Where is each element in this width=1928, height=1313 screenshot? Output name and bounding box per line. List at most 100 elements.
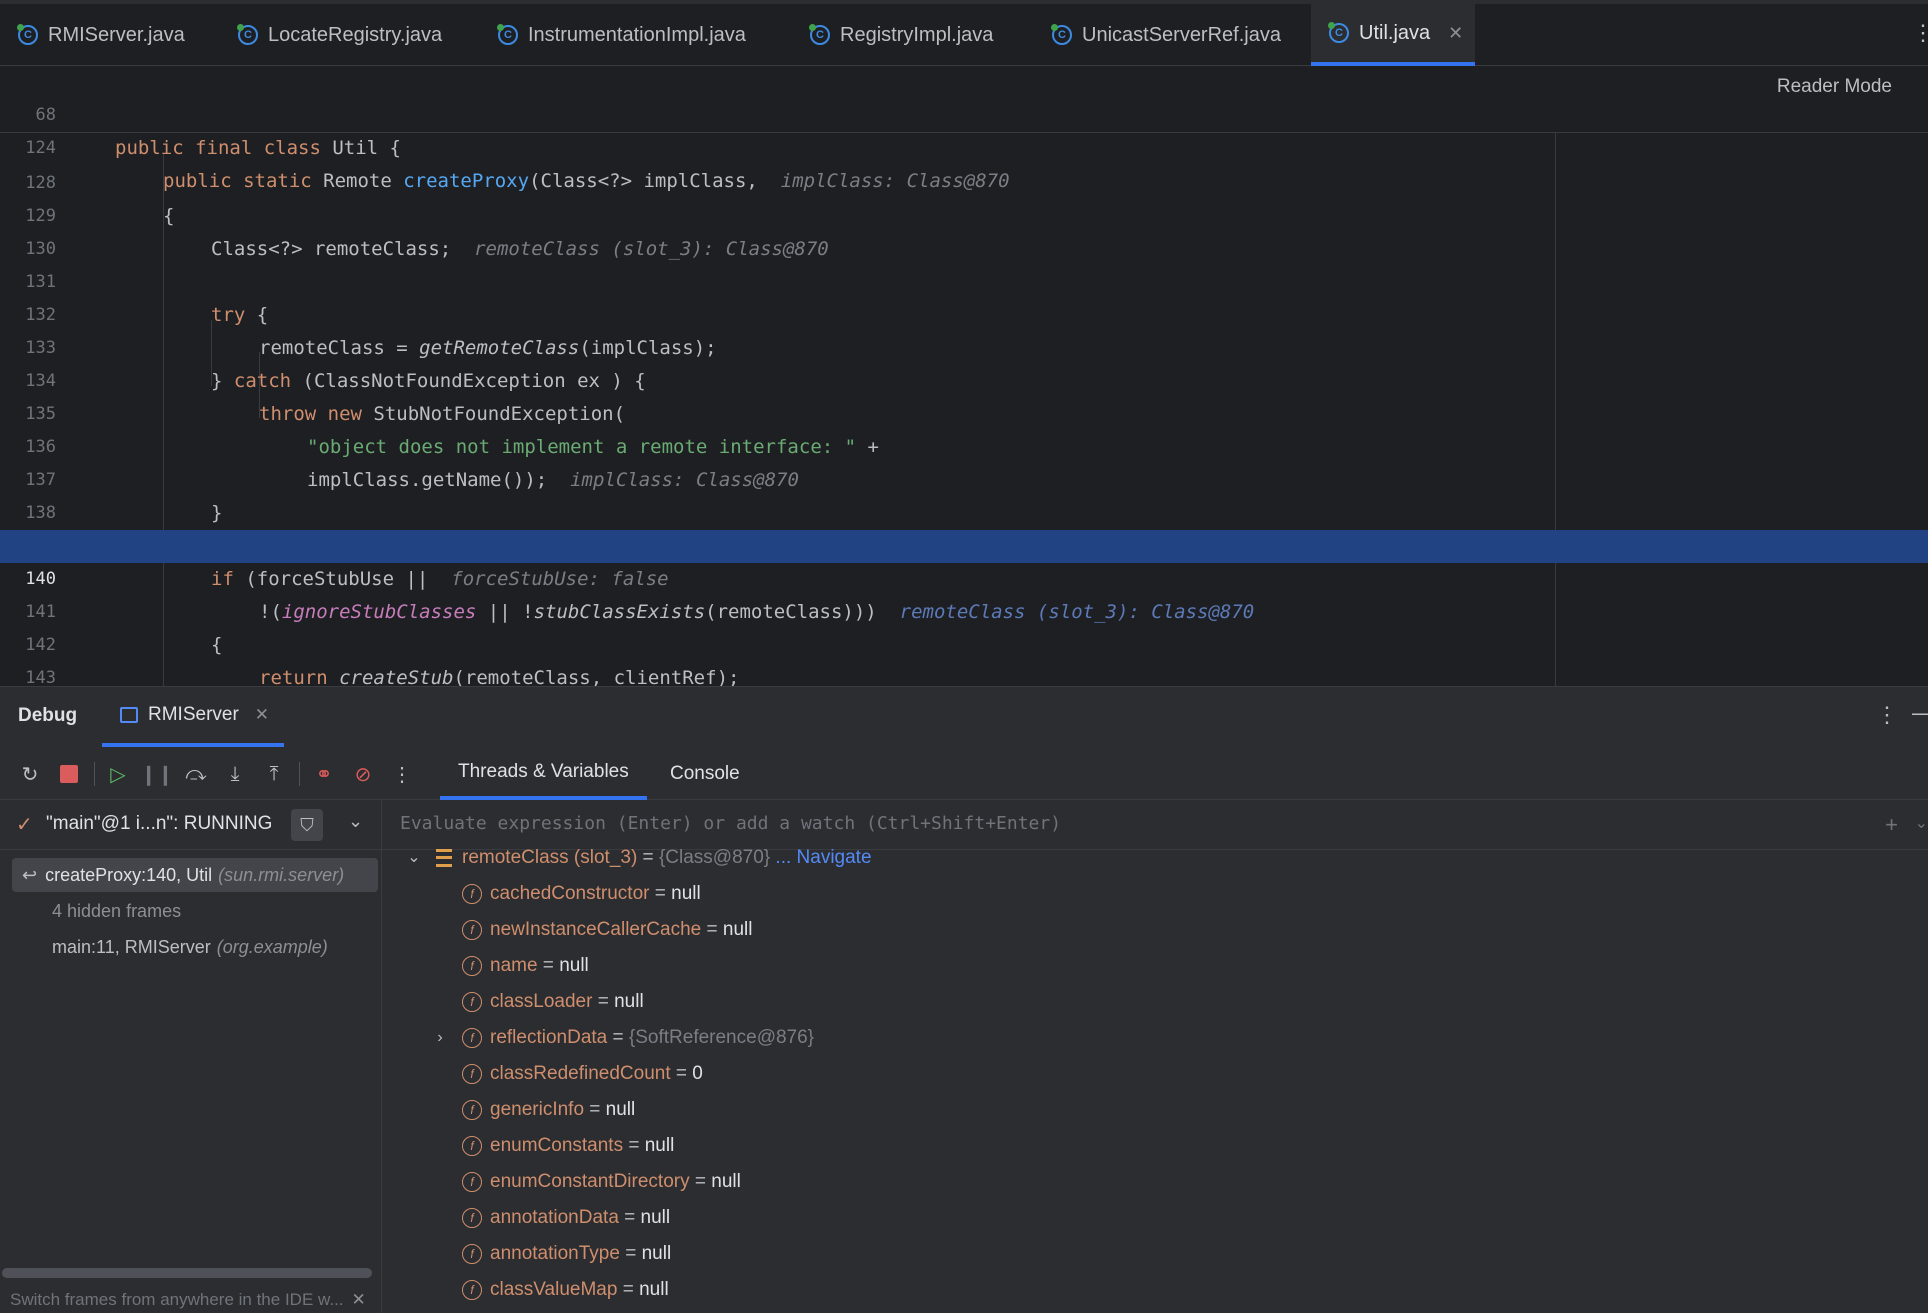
- reader-mode-button[interactable]: Reader Mode: [1777, 76, 1892, 98]
- field-icon: f: [462, 1135, 482, 1156]
- tab-util-java[interactable]: C Util.java ✕: [1311, 4, 1475, 66]
- field-row[interactable]: › f reflectionData = {SoftReference@876}: [382, 1020, 1928, 1056]
- debug-toolbar: ↻ ▷ ❙❙ ⤼ ⤓ ⤒ ⚭ ⊘ ⋮ Threads & Variables C…: [0, 748, 1928, 800]
- frame-package: (sun.rmi.server): [218, 864, 345, 885]
- equals: =: [592, 991, 615, 1012]
- field-icon: f: [462, 1027, 482, 1048]
- more-actions-icon[interactable]: ⋮: [390, 762, 414, 786]
- field-icon: f: [462, 1099, 482, 1120]
- add-watch-icon[interactable]: +: [1885, 812, 1898, 838]
- field-name: genericInfo: [490, 1099, 585, 1120]
- field-row[interactable]: f genericInfo = null: [382, 1092, 1928, 1128]
- java-class-icon: C: [1051, 24, 1072, 45]
- frame-package: (org.example): [216, 936, 328, 957]
- close-tab-icon[interactable]: ✕: [1448, 23, 1463, 44]
- stop-icon[interactable]: [57, 762, 81, 786]
- code-line: 134 throw new StubNotFoundException(: [0, 332, 1928, 425]
- code-token: createProxy: [403, 170, 530, 192]
- chevron-right-icon[interactable]: ›: [430, 1020, 450, 1056]
- code-line: 143 }: [0, 629, 1928, 686]
- mute-breakpoints-icon[interactable]: ⊘: [351, 762, 375, 786]
- field-row[interactable]: f cachedConstructor = null: [382, 876, 1928, 912]
- minimize-icon[interactable]: —: [1912, 700, 1928, 726]
- toolbar-separator: [94, 762, 95, 786]
- field-row[interactable]: f newInstanceCallerCache = null: [382, 912, 1928, 948]
- frame-method: main:11, RMIServer: [52, 936, 211, 957]
- filter-icon[interactable]: ⛉: [291, 809, 323, 841]
- return-arrow-icon: ↩: [22, 864, 38, 885]
- equals: =: [670, 1063, 693, 1084]
- field-row[interactable]: f classLoader = null: [382, 984, 1928, 1020]
- more-options-icon[interactable]: ⋮: [1876, 702, 1898, 728]
- step-into-icon[interactable]: ⤓: [223, 762, 247, 786]
- field-icon: f: [462, 1243, 482, 1264]
- field-icon: f: [462, 1171, 482, 1192]
- step-out-icon[interactable]: ⤒: [262, 762, 286, 786]
- field-value: null: [559, 955, 589, 976]
- check-icon: ✓: [16, 814, 33, 836]
- resume-icon[interactable]: ▷: [106, 762, 130, 786]
- variables-panel: Evaluate expression (Enter) or add a wat…: [382, 800, 1928, 1313]
- code-line: 124 public static Remote createProxy(Cla…: [0, 99, 1928, 192]
- step-over-icon[interactable]: ⤼: [184, 762, 208, 786]
- code-editor[interactable]: 68 public final class Util { 124 public …: [0, 66, 1928, 686]
- variable-row[interactable]: ⌄ remoteClass (slot_3) = {Class@870} ...…: [382, 840, 1928, 876]
- pause-icon[interactable]: ❙❙: [140, 762, 174, 786]
- variable-value: {Class@870}: [658, 847, 771, 868]
- equals: =: [689, 1171, 712, 1192]
- java-class-icon: C: [497, 24, 518, 45]
- thread-selector[interactable]: ✓ "main"@1 i...n": RUNNING ⛉ ⌄: [0, 800, 382, 850]
- chevron-down-icon[interactable]: ⌄: [348, 811, 363, 832]
- view-breakpoints-icon[interactable]: ⚭: [312, 762, 336, 786]
- local-variable-icon: [436, 848, 452, 867]
- equals: =: [637, 847, 659, 868]
- tab-label: UnicastServerRef.java: [1082, 23, 1281, 46]
- field-row[interactable]: f classValueMap = null: [382, 1272, 1928, 1308]
- hidden-frames-toggle[interactable]: 4 hidden frames: [12, 894, 378, 928]
- field-name: cachedConstructor: [490, 883, 650, 904]
- debug-session-tab[interactable]: RMIServer ✕: [102, 687, 284, 747]
- field-value: null: [711, 1171, 741, 1192]
- field-row[interactable]: f enumConstantDirectory = null: [382, 1164, 1928, 1200]
- java-class-icon: C: [809, 24, 830, 45]
- tab-rmiserver-java[interactable]: C RMIServer.java: [0, 4, 220, 66]
- tab-registryimpl-java[interactable]: C RegistryImpl.java: [792, 4, 1032, 66]
- frame-method: createProxy:140, Util: [45, 864, 213, 885]
- tab-unicastserverref-java[interactable]: C UnicastServerRef.java: [1034, 4, 1310, 66]
- code-token: Util {: [332, 137, 401, 159]
- sticky-lines: 68 public final class Util { 124 public …: [0, 66, 1928, 192]
- tab-label: RegistryImpl.java: [840, 23, 994, 46]
- field-row[interactable]: f enumConstants = null: [382, 1128, 1928, 1164]
- chevron-down-icon[interactable]: ⌄: [1915, 813, 1928, 833]
- stack-frame[interactable]: main:11, RMIServer (org.example): [12, 930, 378, 964]
- tab-label: Util.java: [1359, 21, 1431, 44]
- field-name: classValueMap: [490, 1279, 618, 1300]
- tab-instrumentationimpl-java[interactable]: C InstrumentationImpl.java: [480, 4, 790, 66]
- tab-locateregistry-java[interactable]: C LocateRegistry.java: [220, 4, 476, 66]
- tab-console[interactable]: Console: [652, 748, 758, 800]
- horizontal-scrollbar[interactable]: [2, 1268, 372, 1278]
- stack-frame[interactable]: ↩ createProxy:140, Util (sun.rmi.server): [12, 858, 378, 892]
- field-row[interactable]: f annotationType = null: [382, 1236, 1928, 1272]
- navigate-link[interactable]: ... Navigate: [770, 847, 871, 868]
- field-row[interactable]: f annotationData = null: [382, 1200, 1928, 1236]
- code-token: public final class: [115, 137, 333, 159]
- code-token: (Class<?> implClass,: [529, 170, 758, 192]
- field-name: enumConstantDirectory: [490, 1171, 690, 1192]
- field-row[interactable]: f classRedefinedCount = 0: [382, 1056, 1928, 1092]
- evaluate-input[interactable]: Evaluate expression (Enter) or add a wat…: [400, 813, 1061, 834]
- field-row[interactable]: f name = null: [382, 948, 1928, 984]
- equals: =: [623, 1135, 645, 1156]
- more-tabs-icon[interactable]: ⋮: [1912, 20, 1928, 46]
- close-hint-icon[interactable]: ✕: [352, 1290, 366, 1309]
- tab-label: RMIServer.java: [48, 23, 185, 46]
- field-value: null: [614, 991, 644, 1012]
- field-name: classRedefinedCount: [490, 1063, 671, 1084]
- tab-label: InstrumentationImpl.java: [528, 23, 746, 46]
- rerun-icon[interactable]: ↻: [18, 762, 42, 786]
- tab-threads-variables[interactable]: Threads & Variables: [440, 748, 647, 800]
- chevron-down-icon[interactable]: ⌄: [404, 840, 424, 876]
- code-line: 68 public final class Util {: [0, 66, 1928, 159]
- close-session-icon[interactable]: ✕: [255, 705, 269, 725]
- run-config-icon: [120, 707, 138, 723]
